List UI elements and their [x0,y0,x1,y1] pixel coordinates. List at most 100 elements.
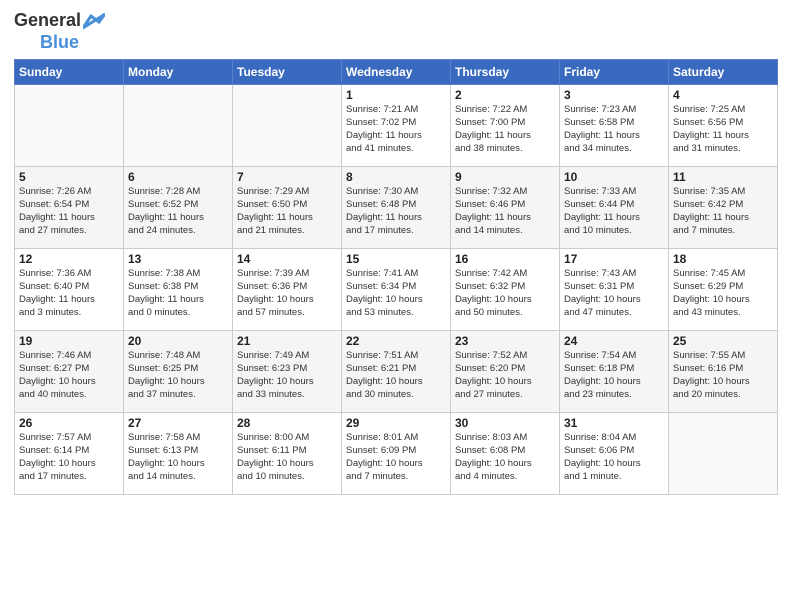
day-number: 17 [564,252,664,266]
week-row-1: 1 Sunrise: 7:21 AM Sunset: 7:02 PM Daylig… [15,85,778,167]
calendar-cell: 23 Sunrise: 7:52 AM Sunset: 6:20 PM Dayli… [451,331,560,413]
day-number: 19 [19,334,119,348]
calendar-cell: 6 Sunrise: 7:28 AM Sunset: 6:52 PM Daylig… [124,167,233,249]
day-number: 27 [128,416,228,430]
calendar-cell: 8 Sunrise: 7:30 AM Sunset: 6:48 PM Daylig… [342,167,451,249]
calendar-table: SundayMondayTuesdayWednesdayThursdayFrid… [14,59,778,495]
calendar-cell: 20 Sunrise: 7:48 AM Sunset: 6:25 PM Dayli… [124,331,233,413]
weekday-header-monday: Monday [124,60,233,85]
calendar-cell [124,85,233,167]
weekday-header-saturday: Saturday [669,60,778,85]
calendar-cell: 11Sunrise: 7:35 AM Sunset: 6:42 PM Dayli… [669,167,778,249]
calendar-cell: 7 Sunrise: 7:29 AM Sunset: 6:50 PM Daylig… [233,167,342,249]
logo-general-text: General [14,10,81,32]
calendar-cell: 14 Sunrise: 7:39 AM Sunset: 6:36 PM Dayli… [233,249,342,331]
day-number: 9 [455,170,555,184]
day-info: Sunrise: 7:48 AM Sunset: 6:25 PM Dayligh… [128,350,228,401]
calendar-cell: 3Sunrise: 7:23 AM Sunset: 6:58 PM Daylig… [560,85,669,167]
calendar-cell: 9 Sunrise: 7:32 AM Sunset: 6:46 PM Daylig… [451,167,560,249]
day-number: 6 [128,170,228,184]
day-info: Sunrise: 7:42 AM Sunset: 6:32 PM Dayligh… [455,268,555,319]
header: GeneralBlue [14,10,778,53]
day-info: Sunrise: 7:33 AM Sunset: 6:44 PM Dayligh… [564,186,664,237]
day-info: Sunrise: 7:52 AM Sunset: 6:20 PM Dayligh… [455,350,555,401]
day-info: Sunrise: 7:46 AM Sunset: 6:27 PM Dayligh… [19,350,119,401]
day-number: 13 [128,252,228,266]
day-info: Sunrise: 7:45 AM Sunset: 6:29 PM Dayligh… [673,268,773,319]
day-number: 3 [564,88,664,102]
day-info: Sunrise: 7:28 AM Sunset: 6:52 PM Dayligh… [128,186,228,237]
day-info: Sunrise: 7:36 AM Sunset: 6:40 PM Dayligh… [19,268,119,319]
weekday-header-tuesday: Tuesday [233,60,342,85]
day-info: Sunrise: 7:49 AM Sunset: 6:23 PM Dayligh… [237,350,337,401]
weekday-header-row: SundayMondayTuesdayWednesdayThursdayFrid… [15,60,778,85]
week-row-2: 5 Sunrise: 7:26 AM Sunset: 6:54 PM Daylig… [15,167,778,249]
week-row-4: 19 Sunrise: 7:46 AM Sunset: 6:27 PM Dayli… [15,331,778,413]
day-number: 5 [19,170,119,184]
day-number: 23 [455,334,555,348]
day-number: 25 [673,334,773,348]
day-number: 11 [673,170,773,184]
calendar-cell: 15 Sunrise: 7:41 AM Sunset: 6:34 PM Dayli… [342,249,451,331]
day-info: Sunrise: 7:30 AM Sunset: 6:48 PM Dayligh… [346,186,446,237]
calendar-cell: 31 Sunrise: 8:04 AM Sunset: 6:06 PM Dayli… [560,413,669,495]
day-info: Sunrise: 7:58 AM Sunset: 6:13 PM Dayligh… [128,432,228,483]
day-number: 31 [564,416,664,430]
day-info: Sunrise: 7:32 AM Sunset: 6:46 PM Dayligh… [455,186,555,237]
calendar-cell: 13 Sunrise: 7:38 AM Sunset: 6:38 PM Dayli… [124,249,233,331]
day-number: 12 [19,252,119,266]
calendar-cell: 17 Sunrise: 7:43 AM Sunset: 6:31 PM Dayli… [560,249,669,331]
day-number: 29 [346,416,446,430]
day-info: Sunrise: 8:00 AM Sunset: 6:11 PM Dayligh… [237,432,337,483]
day-info: Sunrise: 7:39 AM Sunset: 6:36 PM Dayligh… [237,268,337,319]
day-number: 15 [346,252,446,266]
calendar-cell [669,413,778,495]
calendar-cell: 2Sunrise: 7:22 AM Sunset: 7:00 PM Daylig… [451,85,560,167]
calendar-cell: 19 Sunrise: 7:46 AM Sunset: 6:27 PM Dayli… [15,331,124,413]
day-number: 7 [237,170,337,184]
day-number: 14 [237,252,337,266]
day-info: Sunrise: 7:21 AM Sunset: 7:02 PM Dayligh… [346,104,446,155]
day-number: 2 [455,88,555,102]
day-info: Sunrise: 7:26 AM Sunset: 6:54 PM Dayligh… [19,186,119,237]
day-number: 24 [564,334,664,348]
calendar-cell: 16 Sunrise: 7:42 AM Sunset: 6:32 PM Dayli… [451,249,560,331]
day-number: 10 [564,170,664,184]
calendar-cell: 26Sunrise: 7:57 AM Sunset: 6:14 PM Dayli… [15,413,124,495]
weekday-header-friday: Friday [560,60,669,85]
calendar-cell: 22 Sunrise: 7:51 AM Sunset: 6:21 PM Dayli… [342,331,451,413]
day-number: 18 [673,252,773,266]
day-info: Sunrise: 7:43 AM Sunset: 6:31 PM Dayligh… [564,268,664,319]
logo-bird-icon [83,12,105,30]
day-info: Sunrise: 8:04 AM Sunset: 6:06 PM Dayligh… [564,432,664,483]
calendar-cell: 10 Sunrise: 7:33 AM Sunset: 6:44 PM Dayli… [560,167,669,249]
calendar-cell: 12 Sunrise: 7:36 AM Sunset: 6:40 PM Dayli… [15,249,124,331]
day-info: Sunrise: 7:41 AM Sunset: 6:34 PM Dayligh… [346,268,446,319]
calendar-cell [15,85,124,167]
day-number: 16 [455,252,555,266]
day-info: Sunrise: 8:01 AM Sunset: 6:09 PM Dayligh… [346,432,446,483]
day-info: Sunrise: 7:51 AM Sunset: 6:21 PM Dayligh… [346,350,446,401]
day-info: Sunrise: 7:38 AM Sunset: 6:38 PM Dayligh… [128,268,228,319]
day-number: 21 [237,334,337,348]
day-info: Sunrise: 7:55 AM Sunset: 6:16 PM Dayligh… [673,350,773,401]
calendar-cell: 21 Sunrise: 7:49 AM Sunset: 6:23 PM Dayli… [233,331,342,413]
day-number: 30 [455,416,555,430]
weekday-header-thursday: Thursday [451,60,560,85]
day-number: 8 [346,170,446,184]
calendar-cell: 5 Sunrise: 7:26 AM Sunset: 6:54 PM Daylig… [15,167,124,249]
day-number: 1 [346,88,446,102]
weekday-header-sunday: Sunday [15,60,124,85]
calendar-cell [233,85,342,167]
day-number: 22 [346,334,446,348]
day-info: Sunrise: 7:29 AM Sunset: 6:50 PM Dayligh… [237,186,337,237]
weekday-header-wednesday: Wednesday [342,60,451,85]
day-info: Sunrise: 7:57 AM Sunset: 6:14 PM Dayligh… [19,432,119,483]
page-container: GeneralBlue SundayMondayTuesdayWednesday… [0,0,792,505]
day-number: 20 [128,334,228,348]
calendar-cell: 4Sunrise: 7:25 AM Sunset: 6:56 PM Daylig… [669,85,778,167]
calendar-cell: 29 Sunrise: 8:01 AM Sunset: 6:09 PM Dayli… [342,413,451,495]
calendar-cell: 30Sunrise: 8:03 AM Sunset: 6:08 PM Dayli… [451,413,560,495]
calendar-cell: 24Sunrise: 7:54 AM Sunset: 6:18 PM Dayli… [560,331,669,413]
calendar-cell: 27 Sunrise: 7:58 AM Sunset: 6:13 PM Dayli… [124,413,233,495]
